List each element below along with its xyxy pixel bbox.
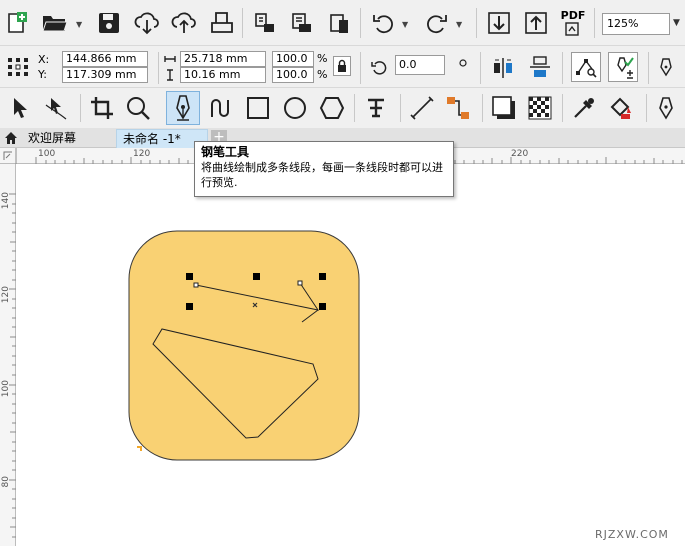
pen-auto-add-icon[interactable] <box>608 52 638 82</box>
pen-tool-icon[interactable] <box>166 91 200 125</box>
eyedropper-tool-icon[interactable] <box>570 94 598 122</box>
object-origin-icon[interactable] <box>5 54 31 80</box>
ruler-v-label-140: 140 <box>1 192 11 210</box>
line-tool-icon[interactable] <box>408 94 436 122</box>
pdf-label: PDF <box>560 9 586 22</box>
shape-corner-node <box>137 446 142 451</box>
separator <box>480 52 481 84</box>
y-position-input[interactable]: 117.309 mm <box>62 67 148 83</box>
zoom-dropdown-icon[interactable]: ▼ <box>673 18 680 28</box>
separator <box>354 94 355 122</box>
transparency-tool-icon[interactable] <box>526 94 554 122</box>
ruler-h-label-220: 220 <box>511 149 529 159</box>
standard-toolbar: ▼ ▼ ▼ PDF 125% ▼ <box>0 0 685 46</box>
ruler-origin-icon[interactable] <box>2 150 14 162</box>
tooltip-description: 将曲线绘制成多条线段，每画一条线段时都可以进行预览. <box>201 161 443 189</box>
ruler-h-label-120: 120 <box>133 149 151 159</box>
open-dropdown-icon[interactable]: ▼ <box>76 20 82 29</box>
height-icon <box>163 68 177 82</box>
separator <box>360 52 361 84</box>
save-icon[interactable] <box>96 10 122 36</box>
rectangle-tool-icon[interactable] <box>244 94 272 122</box>
fill-tool-icon[interactable] <box>606 94 636 122</box>
tab-welcome-screen[interactable]: 欢迎屏幕 <box>22 129 112 148</box>
clipboard-icon[interactable] <box>326 10 352 36</box>
separator <box>482 94 483 122</box>
print-icon[interactable] <box>208 10 236 36</box>
tooltip-title: 钢笔工具 <box>201 145 250 159</box>
redo-dropdown-icon[interactable]: ▼ <box>456 20 462 29</box>
shape-tool-icon[interactable] <box>42 94 70 122</box>
ellipse-tool-icon[interactable] <box>281 94 309 122</box>
rotation-input[interactable]: 0.0 <box>395 55 445 75</box>
export-icon[interactable] <box>289 10 315 36</box>
x-position-input[interactable]: 144.866 mm <box>62 51 148 67</box>
redo-icon[interactable] <box>422 10 450 36</box>
watermark-text: RJZXW.COM <box>595 528 669 541</box>
zoom-tool-icon[interactable] <box>124 94 152 122</box>
separator <box>562 94 563 122</box>
home-icon[interactable] <box>3 130 19 146</box>
width-input[interactable]: 25.718 mm <box>180 51 266 67</box>
undo-dropdown-icon[interactable]: ▼ <box>402 20 408 29</box>
ruler-h-label-100: 100 <box>38 149 56 159</box>
scale-x-input[interactable]: 100.0 <box>272 51 314 67</box>
open-folder-icon[interactable] <box>40 10 70 36</box>
ruler-v-label-80: 80 <box>1 476 11 488</box>
new-document-icon[interactable] <box>4 10 30 36</box>
vertical-ruler[interactable]: 140 120 100 80 <box>0 164 16 546</box>
import-icon[interactable] <box>252 10 278 36</box>
mirror-horizontal-icon[interactable] <box>489 54 517 80</box>
separator <box>158 52 159 84</box>
rounded-square-shape[interactable] <box>128 230 360 461</box>
pen-tool-tooltip: 钢笔工具 将曲线绘制成多条线段，每画一条线段时都可以进行预览. <box>194 141 454 197</box>
upload-cloud-icon[interactable] <box>170 10 198 36</box>
freehand-tool-icon[interactable] <box>206 94 234 122</box>
separator <box>646 94 647 122</box>
width-icon <box>163 52 177 66</box>
text-tool-icon[interactable] <box>362 94 390 122</box>
separator <box>562 52 563 84</box>
x-label: X: <box>38 53 50 66</box>
polygon-tool-icon[interactable] <box>318 94 346 122</box>
zoom-level-input[interactable]: 125% <box>602 13 670 35</box>
pick-tool-icon[interactable] <box>8 94 32 122</box>
ruler-v-label-100: 100 <box>1 380 11 398</box>
mirror-vertical-icon[interactable] <box>526 54 554 80</box>
percent-label-x: % <box>317 52 328 65</box>
crop-tool-icon[interactable] <box>88 94 116 122</box>
separator <box>242 8 243 38</box>
align-bottom-icon[interactable] <box>486 10 512 36</box>
pen-outline-icon[interactable] <box>656 56 676 78</box>
undo-icon[interactable] <box>370 10 398 36</box>
align-top-icon[interactable] <box>523 10 549 36</box>
drawing-canvas[interactable] <box>16 164 685 546</box>
connector-tool-icon[interactable] <box>444 94 472 122</box>
separator <box>594 8 595 38</box>
download-cloud-icon[interactable] <box>133 10 161 36</box>
drop-shadow-tool-icon[interactable] <box>490 94 518 122</box>
separator <box>80 94 81 122</box>
height-input[interactable]: 10.16 mm <box>180 67 266 83</box>
property-bar: X: Y: 144.866 mm 117.309 mm 25.718 mm 10… <box>0 46 685 88</box>
pdf-icon[interactable]: PDF <box>558 8 588 38</box>
degree-icon <box>458 58 468 68</box>
lock-ratio-icon[interactable] <box>333 56 351 76</box>
scale-y-input[interactable]: 100.0 <box>272 67 314 83</box>
separator <box>400 94 401 122</box>
rotate-icon <box>370 58 388 76</box>
separator <box>648 52 649 84</box>
separator <box>476 8 477 38</box>
app-window: ▼ ▼ ▼ PDF 125% ▼ X: Y: 144.866 mm 117.30… <box>0 0 685 546</box>
percent-label-y: % <box>317 68 328 81</box>
separator <box>360 8 361 38</box>
y-label: Y: <box>38 68 47 81</box>
outline-pen-tool-icon[interactable] <box>654 94 678 122</box>
node-edit-icon[interactable] <box>571 52 601 82</box>
ruler-v-label-120: 120 <box>1 286 11 304</box>
toolbox <box>0 88 685 128</box>
